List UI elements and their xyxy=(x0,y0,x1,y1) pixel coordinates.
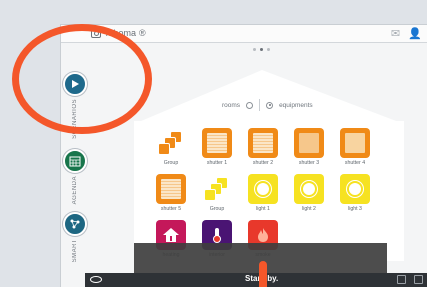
tahoma-logo-icon xyxy=(91,28,101,38)
device-label: Group xyxy=(209,206,225,212)
light-group-icon xyxy=(202,174,232,204)
shutter-icon xyxy=(340,128,370,158)
equipments-radio[interactable] xyxy=(266,101,274,109)
toggle-divider xyxy=(259,99,261,111)
shutter-icon xyxy=(294,128,324,158)
device-label: shutter 2 xyxy=(252,160,274,166)
view-toggle: rooms equipments xyxy=(222,99,313,111)
shutter-icon xyxy=(156,174,186,204)
rooms-radio[interactable] xyxy=(246,101,254,109)
footer-bar: Standby. xyxy=(85,273,427,287)
rooms-label: rooms xyxy=(222,101,241,109)
device-shutter-2[interactable]: shutter 2 xyxy=(240,128,286,170)
device-shutter-5[interactable]: shutter 5 xyxy=(148,174,194,216)
device-label: light 2 xyxy=(302,206,316,212)
page-dot-active[interactable] xyxy=(260,48,263,51)
bulb-icon xyxy=(294,174,324,204)
page-indicator xyxy=(253,48,270,51)
device-shutter-1[interactable]: shutter 1 xyxy=(194,128,240,170)
shutter-icon xyxy=(202,128,232,158)
edit-icon[interactable] xyxy=(397,275,406,284)
house-panel: rooms equipments Group shutter 1 shutter… xyxy=(134,70,404,262)
tab-agenda-label: AGENDA xyxy=(72,176,78,205)
tab-smart[interactable]: SMART xyxy=(63,212,87,262)
brand: Tahoma ® xyxy=(91,28,146,38)
device-label: shutter 5 xyxy=(160,206,182,212)
tab-scenarios[interactable]: SCENARIOS xyxy=(63,72,87,139)
equipments-label: equipments xyxy=(279,101,313,109)
network-icon[interactable] xyxy=(63,212,87,236)
top-icons: ✉ 👤 ✕ xyxy=(391,27,427,40)
device-light-2[interactable]: light 2 xyxy=(286,174,332,216)
settings-icon[interactable] xyxy=(414,275,423,284)
house-roof xyxy=(134,70,404,124)
page-dot[interactable] xyxy=(267,48,270,51)
tab-smart-label: SMART xyxy=(72,239,78,263)
annotation-pointer xyxy=(259,261,267,287)
device-group-lights[interactable]: Group xyxy=(194,174,240,216)
device-group-shutters[interactable]: Group xyxy=(148,128,194,170)
mail-icon[interactable]: ✉ xyxy=(391,27,400,40)
tab-agenda[interactable]: AGENDA xyxy=(63,149,87,204)
top-bar: Tahoma® ✉ 👤 ✕ xyxy=(61,25,427,43)
page-dot[interactable] xyxy=(253,48,256,51)
device-light-1[interactable]: light 1 xyxy=(240,174,286,216)
tab-scenarios-label: SCENARIOS xyxy=(72,99,78,139)
user-icon[interactable]: 👤 xyxy=(408,27,422,40)
shutter-group-icon xyxy=(156,128,186,158)
device-label: shutter 3 xyxy=(298,160,320,166)
shutter-icon xyxy=(248,128,278,158)
device-grid: Group shutter 1 shutter 2 shutter 3 shut… xyxy=(148,128,378,262)
bulb-icon xyxy=(248,174,278,204)
play-icon[interactable] xyxy=(63,72,87,96)
device-shutter-3[interactable]: shutter 3 xyxy=(286,128,332,170)
footer-icons xyxy=(397,275,423,284)
app-title: Tahoma xyxy=(104,28,137,38)
device-shutter-4[interactable]: shutter 4 xyxy=(332,128,378,170)
device-label: light 1 xyxy=(256,206,270,212)
bulb-icon xyxy=(340,174,370,204)
device-label: shutter 1 xyxy=(206,160,228,166)
device-label: Group xyxy=(163,160,179,166)
device-label: shutter 4 xyxy=(344,160,366,166)
calendar-icon[interactable] xyxy=(63,149,87,173)
eye-icon[interactable] xyxy=(90,276,102,283)
brand-mark: ® xyxy=(139,28,146,38)
device-light-3[interactable]: light 3 xyxy=(332,174,378,216)
device-label: light 3 xyxy=(348,206,362,212)
